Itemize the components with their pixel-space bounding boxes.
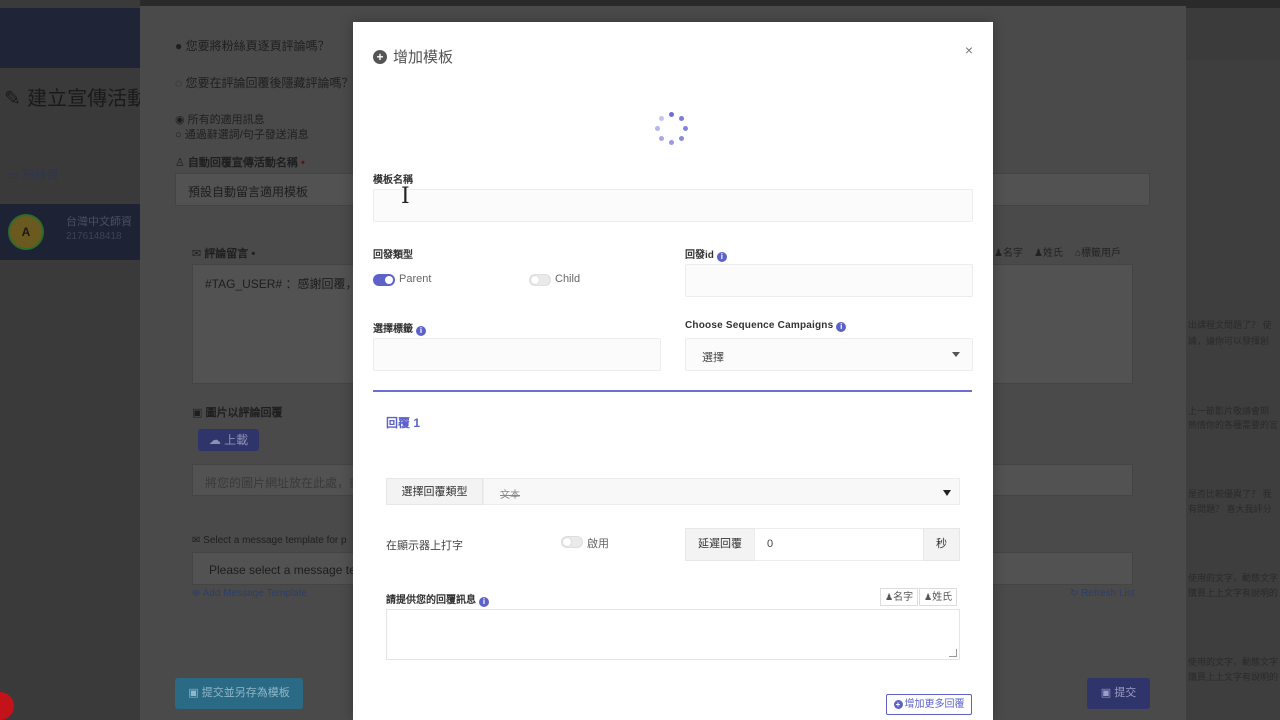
help-text: 熱情你的各種需要的言 xyxy=(1188,420,1279,430)
typing-toggle[interactable] xyxy=(561,536,583,548)
chevron-down-icon xyxy=(943,490,951,496)
radio-all-messages[interactable]: ◉ 所有的適用訊息 xyxy=(175,111,265,127)
account-id: 2176148418 xyxy=(66,231,122,242)
upload-button[interactable]: ☁ 上載 xyxy=(198,429,259,451)
page-title: ✎ 建立宣傳活動 xyxy=(4,86,148,110)
typing-label: 在顯示器上打字 xyxy=(386,540,463,552)
fanpage-label: ▭ 粉絲頁 xyxy=(8,168,59,182)
choose-reply-type-label: 選擇回覆類型 xyxy=(386,478,483,505)
help-text: 有問題？ 喜大我評分 xyxy=(1188,504,1272,514)
first-name-tag-button[interactable]: ♟名字 xyxy=(880,588,919,606)
campaign-name-label: ♙ 自動回覆宣傳活動名稱 • xyxy=(175,157,305,169)
help-text: 使用的文字，動態文字 xyxy=(1188,657,1279,667)
delay-input[interactable]: 0 xyxy=(754,528,924,561)
avatar: A xyxy=(8,214,44,250)
parent-toggle[interactable] xyxy=(373,274,395,286)
reply-id-label: 回發id i xyxy=(685,246,727,262)
help-text: 上一節影片敬請會期 xyxy=(1188,406,1270,416)
modal-title: + 增加模板 xyxy=(373,46,453,67)
plus-circle-icon: + xyxy=(893,700,903,709)
submit-button[interactable]: ▣ 提交 xyxy=(1087,678,1150,709)
save-as-template-button[interactable]: ▣ 提交並另存為模板 xyxy=(175,678,303,709)
radio-keyword[interactable]: ○ 通過辭選詞/句子發送消息 xyxy=(175,126,309,142)
parent-label: Parent xyxy=(399,273,432,285)
plus-circle-icon: + xyxy=(373,49,387,64)
help-text: 出課程文問題了？ 使 xyxy=(1188,320,1272,330)
help-text: 購買上上文字有說明的 xyxy=(1188,672,1279,682)
right-help-panel xyxy=(1186,60,1280,720)
info-icon: i xyxy=(416,326,426,336)
add-more-reply-button[interactable]: + 增加更多回覆 xyxy=(886,694,972,715)
info-icon: i xyxy=(716,252,727,262)
add-template-link[interactable]: ⊕ Add Message Template xyxy=(192,588,307,599)
select-tag-label: 選擇標籤 i xyxy=(373,320,426,336)
info-icon: i xyxy=(836,322,847,332)
help-text: 是否比較優異了？ 我 xyxy=(1188,489,1272,499)
text-cursor-icon: I xyxy=(401,184,410,209)
resize-handle-icon[interactable] xyxy=(949,649,957,657)
account-name: 台灣中文師資 xyxy=(66,216,132,228)
reply-heading: 回覆 1 xyxy=(386,416,421,430)
info-icon: i xyxy=(479,597,489,607)
reply-message-textarea[interactable] xyxy=(386,609,960,660)
template-name-input[interactable] xyxy=(373,189,973,222)
question-reply-page: ● 您要將粉絲頁逐頁評論嗎？ xyxy=(175,39,330,53)
typing-toggle-label: 啟用 xyxy=(587,538,609,550)
help-text: 使用的文字，動態文字 xyxy=(1188,573,1279,583)
delay-label: 延遲回覆 xyxy=(685,528,755,561)
chevron-down-icon xyxy=(952,352,960,357)
close-button[interactable]: × xyxy=(965,42,973,58)
refresh-list-link[interactable]: ↻ Refresh List xyxy=(1070,588,1135,599)
loading-spinner-icon xyxy=(655,112,689,146)
provide-message-label: 請提供您的回覆訊息 i xyxy=(386,591,489,607)
select-tag-input[interactable] xyxy=(373,338,661,371)
child-label: Child xyxy=(555,273,581,285)
template-select-label: ✉ Select a message template for p xyxy=(192,535,347,546)
delay-unit: 秒 xyxy=(923,528,960,561)
user-icon: ♟ xyxy=(885,592,894,602)
reply-type-select[interactable]: 文本 xyxy=(483,478,960,505)
help-text: 論，讓你可以發揮創 xyxy=(1188,336,1270,346)
last-name-tag-button[interactable]: ♟姓氏 xyxy=(919,588,958,606)
add-template-modal: + 增加模板 × 模板名稱 I 回發類型 Parent Child 回發id i … xyxy=(353,22,993,720)
sequence-label: Choose Sequence Campaigns i xyxy=(685,320,847,332)
child-toggle[interactable] xyxy=(529,274,551,286)
last-name-tag-button[interactable]: ♟姓氏 xyxy=(1034,244,1063,259)
comment-label: ✉ 評論留言 • xyxy=(192,248,256,260)
reply-type-label: 回發類型 xyxy=(373,250,413,261)
question-hide-reply: ◌ 您要在評論回覆後隱藏評論嗎？ xyxy=(175,76,354,90)
section-divider xyxy=(373,390,972,392)
first-name-tag-button[interactable]: ♟名字 xyxy=(994,244,1023,259)
help-text: 購買上上文字有說明的 xyxy=(1188,588,1279,598)
tag-user-button[interactable]: ⌂標籤用戶 xyxy=(1075,244,1121,259)
user-icon: ♟ xyxy=(924,592,933,602)
sequence-select[interactable]: 選擇 xyxy=(685,338,973,371)
nav-header xyxy=(0,8,140,68)
image-reply-label: ▣ 圖片以評論回覆 xyxy=(192,407,283,419)
reply-id-input[interactable] xyxy=(685,264,973,297)
